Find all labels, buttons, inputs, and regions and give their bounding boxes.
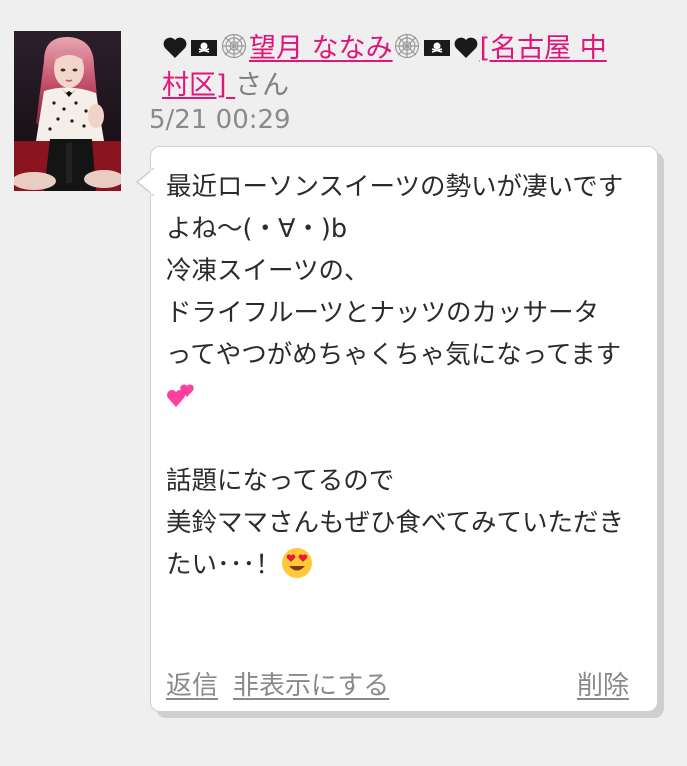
comment-bubble: 最近ローソンスイーツの勢いが凄いですよね〜(・∀・)b 冷凍スイーツの、 ドライ… [135, 146, 658, 712]
black-heart-icon [162, 36, 188, 60]
spiderweb-icon [220, 32, 248, 60]
comment-body: 最近ローソンスイーツの勢いが凄いですよね〜(・∀・)b 冷凍スイーツの、 ドライ… [166, 166, 641, 586]
bubble-tail [135, 167, 155, 197]
user-name-link[interactable]: 望月 ななみ [名古屋 中村区] [162, 33, 607, 101]
body-line: 最近ローソンスイーツの勢いが凄いですよね〜(・∀・)b [166, 172, 624, 244]
honorific: さん [235, 70, 290, 101]
body-line: ってやつがめちゃくちゃ気になってます [166, 340, 622, 370]
body-line: 冷凍スイーツの、 [166, 256, 370, 286]
comment-header: 望月 ななみ [名古屋 中村区] さん [162, 30, 632, 104]
pirate-flag-icon [189, 36, 219, 60]
comment-timestamp: 5/21 00:29 [149, 105, 291, 135]
hide-link[interactable]: 非表示にする [233, 665, 389, 702]
body-line: 話題になってるので [166, 466, 395, 496]
black-heart-icon [453, 36, 479, 60]
body-line: 美鈴ママさんもぜひ食べてみていただきたい･･･！ [166, 508, 624, 580]
pirate-flag-icon [422, 36, 452, 60]
comment-actions: 返信 非表示にする 削除 [166, 665, 629, 705]
spiderweb-icon [393, 32, 421, 60]
avatar[interactable] [14, 31, 121, 191]
delete-link[interactable]: 削除 [577, 665, 629, 702]
two-hearts-icon [166, 381, 196, 411]
body-line: ドライフルーツとナッツのカッサータ [166, 298, 599, 328]
heart-eyes-face-icon [281, 547, 313, 579]
reply-link[interactable]: 返信 [166, 665, 218, 702]
user-name: 望月 ななみ [249, 33, 393, 64]
